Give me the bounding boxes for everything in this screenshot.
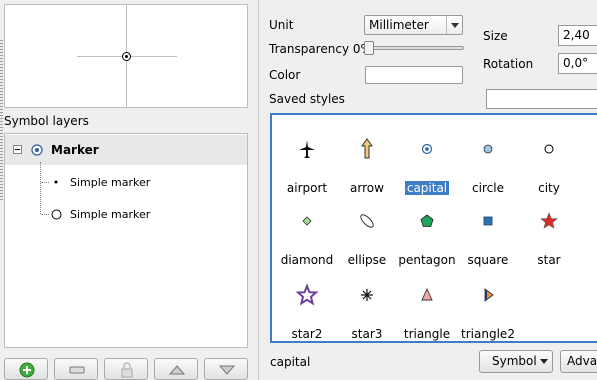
symbol-name: star bbox=[537, 253, 561, 267]
symbol-item-circle[interactable]: circle bbox=[455, 123, 521, 195]
splitter-handle[interactable] bbox=[0, 40, 3, 200]
remove-layer-button[interactable] bbox=[54, 358, 98, 380]
symbol-item-diamond[interactable]: diamond bbox=[274, 195, 340, 267]
symbol-menu-button[interactable]: Symbol bbox=[479, 350, 553, 373]
city-icon bbox=[544, 144, 554, 154]
lock-icon bbox=[121, 362, 133, 378]
symbol-layers-tree[interactable]: Marker Simple marker Simple marker bbox=[4, 133, 248, 348]
symbol-library-grid[interactable]: airport arrow capital circle city diamon… bbox=[270, 113, 597, 343]
triangle-icon bbox=[421, 287, 433, 301]
advanced-button[interactable]: Advan bbox=[560, 350, 597, 373]
rotation-spinbox[interactable]: 0,0° bbox=[558, 53, 597, 74]
color-button[interactable] bbox=[365, 66, 463, 84]
star-icon bbox=[540, 212, 558, 229]
capital-icon bbox=[421, 143, 433, 155]
symbol-item-city[interactable]: city bbox=[516, 123, 582, 195]
symbol-layers-label: Symbol layers bbox=[4, 114, 89, 128]
chevron-down-icon bbox=[540, 359, 548, 364]
move-up-button[interactable] bbox=[154, 358, 198, 380]
chevron-down-icon bbox=[446, 16, 462, 34]
unit-label: Unit bbox=[269, 18, 294, 32]
circle-icon bbox=[483, 144, 493, 154]
tree-item-label: Simple marker bbox=[70, 208, 151, 221]
symbol-item-triangle[interactable]: triangle bbox=[394, 269, 460, 341]
square-icon bbox=[483, 216, 493, 226]
symbol-item-star[interactable]: star bbox=[516, 195, 582, 267]
collapse-icon[interactable] bbox=[13, 145, 22, 154]
size-label: Size bbox=[483, 29, 508, 43]
symbol-name: triangle2 bbox=[461, 327, 515, 341]
symbol-item-airport[interactable]: airport bbox=[274, 123, 340, 195]
arrow-icon bbox=[361, 138, 373, 159]
advanced-button-label: Advan bbox=[567, 354, 597, 368]
selected-symbol-name: capital bbox=[270, 355, 311, 369]
symbol-preview bbox=[4, 4, 248, 108]
tree-item-simple-marker-1[interactable]: Simple marker bbox=[5, 167, 247, 197]
symbol-item-triangle2[interactable]: triangle2 bbox=[455, 269, 521, 341]
symbol-name: star2 bbox=[291, 327, 323, 341]
symbol-name: capital bbox=[404, 181, 450, 195]
symbol-button-label: Symbol bbox=[492, 354, 537, 368]
saved-styles-select[interactable] bbox=[486, 89, 597, 109]
small-dot-icon bbox=[54, 180, 58, 184]
airport-icon bbox=[299, 140, 315, 158]
ellipse-icon bbox=[360, 214, 374, 228]
symbol-item-ellipse[interactable]: ellipse bbox=[334, 195, 400, 267]
transparency-slider-handle[interactable] bbox=[364, 41, 374, 55]
symbol-name: pentagon bbox=[398, 253, 456, 267]
move-down-button[interactable] bbox=[204, 358, 248, 380]
symbol-name: ellipse bbox=[347, 253, 387, 267]
arrow-up-icon bbox=[168, 365, 186, 375]
star2-icon bbox=[295, 283, 319, 306]
symbol-item-capital[interactable]: capital bbox=[394, 123, 460, 195]
symbol-name: arrow bbox=[350, 181, 384, 195]
tree-item-label: Marker bbox=[51, 143, 99, 157]
remove-icon bbox=[69, 366, 85, 374]
diamond-icon bbox=[302, 216, 312, 226]
symbol-name: airport bbox=[286, 181, 328, 195]
transparency-slider[interactable] bbox=[366, 46, 464, 50]
star3-icon bbox=[361, 289, 373, 301]
symbol-name: star3 bbox=[351, 327, 383, 341]
rotation-label: Rotation bbox=[483, 57, 534, 71]
add-layer-button[interactable] bbox=[4, 358, 48, 380]
symbol-name: triangle bbox=[403, 327, 451, 341]
layer-toolbar bbox=[4, 358, 248, 380]
symbol-name: city bbox=[538, 181, 560, 195]
arrow-down-icon bbox=[218, 365, 236, 375]
triangle2-icon bbox=[484, 288, 494, 302]
symbol-item-star3[interactable]: star3 bbox=[334, 269, 400, 341]
symbol-item-square[interactable]: square bbox=[455, 195, 521, 267]
circle-marker-icon bbox=[51, 209, 62, 220]
tree-item-label: Simple marker bbox=[70, 176, 151, 189]
transparency-label: Transparency 0% bbox=[269, 42, 372, 56]
unit-select[interactable]: Millimeter bbox=[364, 15, 463, 35]
symbol-item-star2[interactable]: star2 bbox=[274, 269, 340, 341]
rotation-value: 0,0° bbox=[563, 56, 589, 70]
symbol-item-pentagon[interactable]: pentagon bbox=[394, 195, 460, 267]
symbol-item-arrow[interactable]: arrow bbox=[334, 123, 400, 195]
pentagon-icon bbox=[420, 214, 434, 227]
saved-styles-label: Saved styles bbox=[269, 92, 345, 106]
unit-value: Millimeter bbox=[369, 18, 429, 32]
lock-layer-button[interactable] bbox=[104, 358, 148, 380]
marker-layer-icon bbox=[31, 144, 43, 156]
tree-item-simple-marker-2[interactable]: Simple marker bbox=[5, 199, 247, 229]
tree-item-marker[interactable]: Marker bbox=[5, 135, 247, 165]
size-value: 2,40 bbox=[563, 28, 590, 42]
color-label: Color bbox=[269, 68, 301, 82]
preview-marker-center bbox=[125, 55, 128, 58]
symbol-name: diamond bbox=[280, 253, 334, 267]
size-spinbox[interactable]: 2,40 bbox=[558, 25, 597, 46]
symbol-name: circle bbox=[472, 181, 504, 195]
add-icon bbox=[19, 362, 35, 378]
symbol-name: square bbox=[467, 253, 509, 267]
